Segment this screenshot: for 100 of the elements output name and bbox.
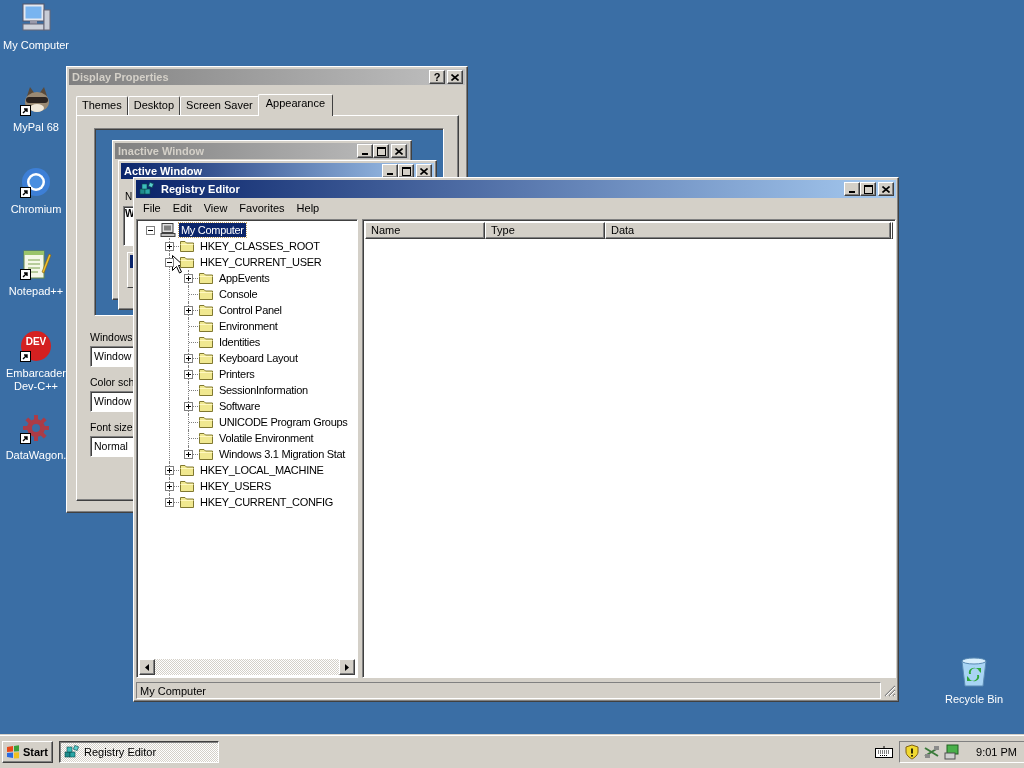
start-button[interactable]: Start [2,741,53,763]
maximize-button[interactable] [860,182,876,196]
expand-box-icon[interactable] [165,497,174,507]
close-icon [395,147,403,155]
column-header[interactable]: Data [605,222,891,239]
expand-box-icon[interactable] [184,369,193,379]
folder-icon [179,478,195,494]
tree-item[interactable]: AppEvents [217,271,272,285]
minimize-button[interactable] [844,182,860,196]
recycle-bin-icon [958,656,990,688]
menu-item[interactable]: Favorites [233,201,291,214]
icon-label[interactable]: MyPal 68 [13,121,59,134]
icon-label[interactable]: Recycle Bin [944,693,1004,706]
tree-item[interactable]: Volatile Environment [217,431,316,445]
folder-icon [179,254,195,270]
tree-item[interactable]: Console [217,287,260,301]
tree-item[interactable]: HKEY_USERS [198,479,273,493]
expand-box-icon[interactable] [165,241,174,251]
expand-box-icon[interactable] [184,305,193,315]
expand-box-icon[interactable] [165,465,174,475]
folder-icon [198,414,214,430]
icon-label[interactable]: Chromium [10,203,62,216]
close-icon [451,73,459,81]
right-arrow-icon [345,663,349,671]
expand-box-icon[interactable] [184,449,193,459]
maximize-button[interactable] [373,144,389,158]
left-arrow-icon [145,663,149,671]
close-button[interactable] [391,144,407,158]
tab[interactable]: Screen Saver [180,96,259,115]
minimize-button[interactable] [382,164,398,178]
windows-flag-icon [6,745,19,759]
collapse-box-icon[interactable] [165,257,174,267]
taskbar-button[interactable]: Registry Editor [59,741,219,763]
close-button[interactable] [447,70,463,84]
dropdown[interactable]: Normal [90,436,134,457]
tree-item[interactable]: HKEY_CURRENT_USER [198,255,324,269]
shield-icon[interactable] [904,744,921,760]
expand-box-icon[interactable] [184,401,193,411]
column-header[interactable]: Name [365,222,485,239]
help-button[interactable]: ? [429,70,445,84]
menu-item[interactable]: View [197,201,234,214]
tree-item[interactable]: HKEY_LOCAL_MACHINE [198,463,326,477]
close-button[interactable] [878,182,894,196]
close-button[interactable] [416,164,432,178]
scroll-right-button[interactable] [339,659,355,675]
folder-icon [179,462,195,478]
window-title: Inactive Window [118,145,206,157]
folder-icon [198,302,214,318]
cubes-icon [139,181,155,197]
folder-icon [198,318,214,334]
tree-item[interactable]: Printers [217,367,257,381]
tree-item[interactable]: Software [217,399,262,413]
menu-item[interactable]: Help [290,201,326,214]
folder-icon [198,334,214,350]
computer-icon [160,222,176,238]
tree-item[interactable]: My Computer [179,223,246,237]
icon-label[interactable]: My Computer [3,39,69,52]
menu-item[interactable]: File [137,201,167,214]
icon-label[interactable]: DataWagon. [5,449,67,462]
tab[interactable]: Desktop [127,96,181,115]
tab[interactable]: Appearance [257,94,334,116]
minimize-button[interactable] [357,144,373,158]
ring-icon [20,166,52,198]
dropdown[interactable]: Window [90,346,134,367]
field-label: Windows [90,331,133,343]
folder-icon [198,446,214,462]
tree-item[interactable]: Keyboard Layout [217,351,300,365]
tree-item[interactable]: HKEY_CLASSES_ROOT [198,239,322,253]
collapse-box-icon[interactable] [146,225,155,235]
tree-item[interactable]: Identities [217,335,263,349]
tree-item[interactable]: UNICODE Program Groups [217,415,350,429]
field-label: Font size [90,421,133,433]
icon-label[interactable]: Notepad++ [8,285,64,298]
tree-item[interactable]: Windows 3.1 Migration Stat [217,447,348,461]
maximize-icon [863,184,873,194]
expand-box-icon[interactable] [184,353,193,363]
computer-icon [20,2,52,34]
folder-icon [198,366,214,382]
clock[interactable]: 9:01 PM [976,746,1017,758]
dropdown[interactable]: Window [90,391,134,412]
scroll-left-button[interactable] [139,659,155,675]
folder-icon [179,494,195,510]
close-icon [420,167,428,175]
resize-grip-icon[interactable] [883,683,896,697]
expand-box-icon[interactable] [165,481,174,491]
expand-box-icon[interactable] [184,273,193,283]
tab[interactable]: Themes [76,96,128,115]
folder-icon [179,238,195,254]
menu-item[interactable]: Edit [166,201,198,214]
monitor-icon[interactable] [944,744,961,760]
column-header[interactable]: Type [485,222,605,239]
tree-item[interactable]: Control Panel [217,303,284,317]
maximize-button[interactable] [398,164,414,178]
tree-item[interactable]: Environment [217,319,280,333]
folder-icon [198,286,214,302]
keyboard-icon[interactable] [875,746,894,758]
window-title: Display Properties [72,71,170,83]
tree-item[interactable]: HKEY_CURRENT_CONFIG [198,495,336,509]
horizontal-scrollbar[interactable] [139,659,355,675]
tree-item[interactable]: SessionInformation [217,383,310,397]
